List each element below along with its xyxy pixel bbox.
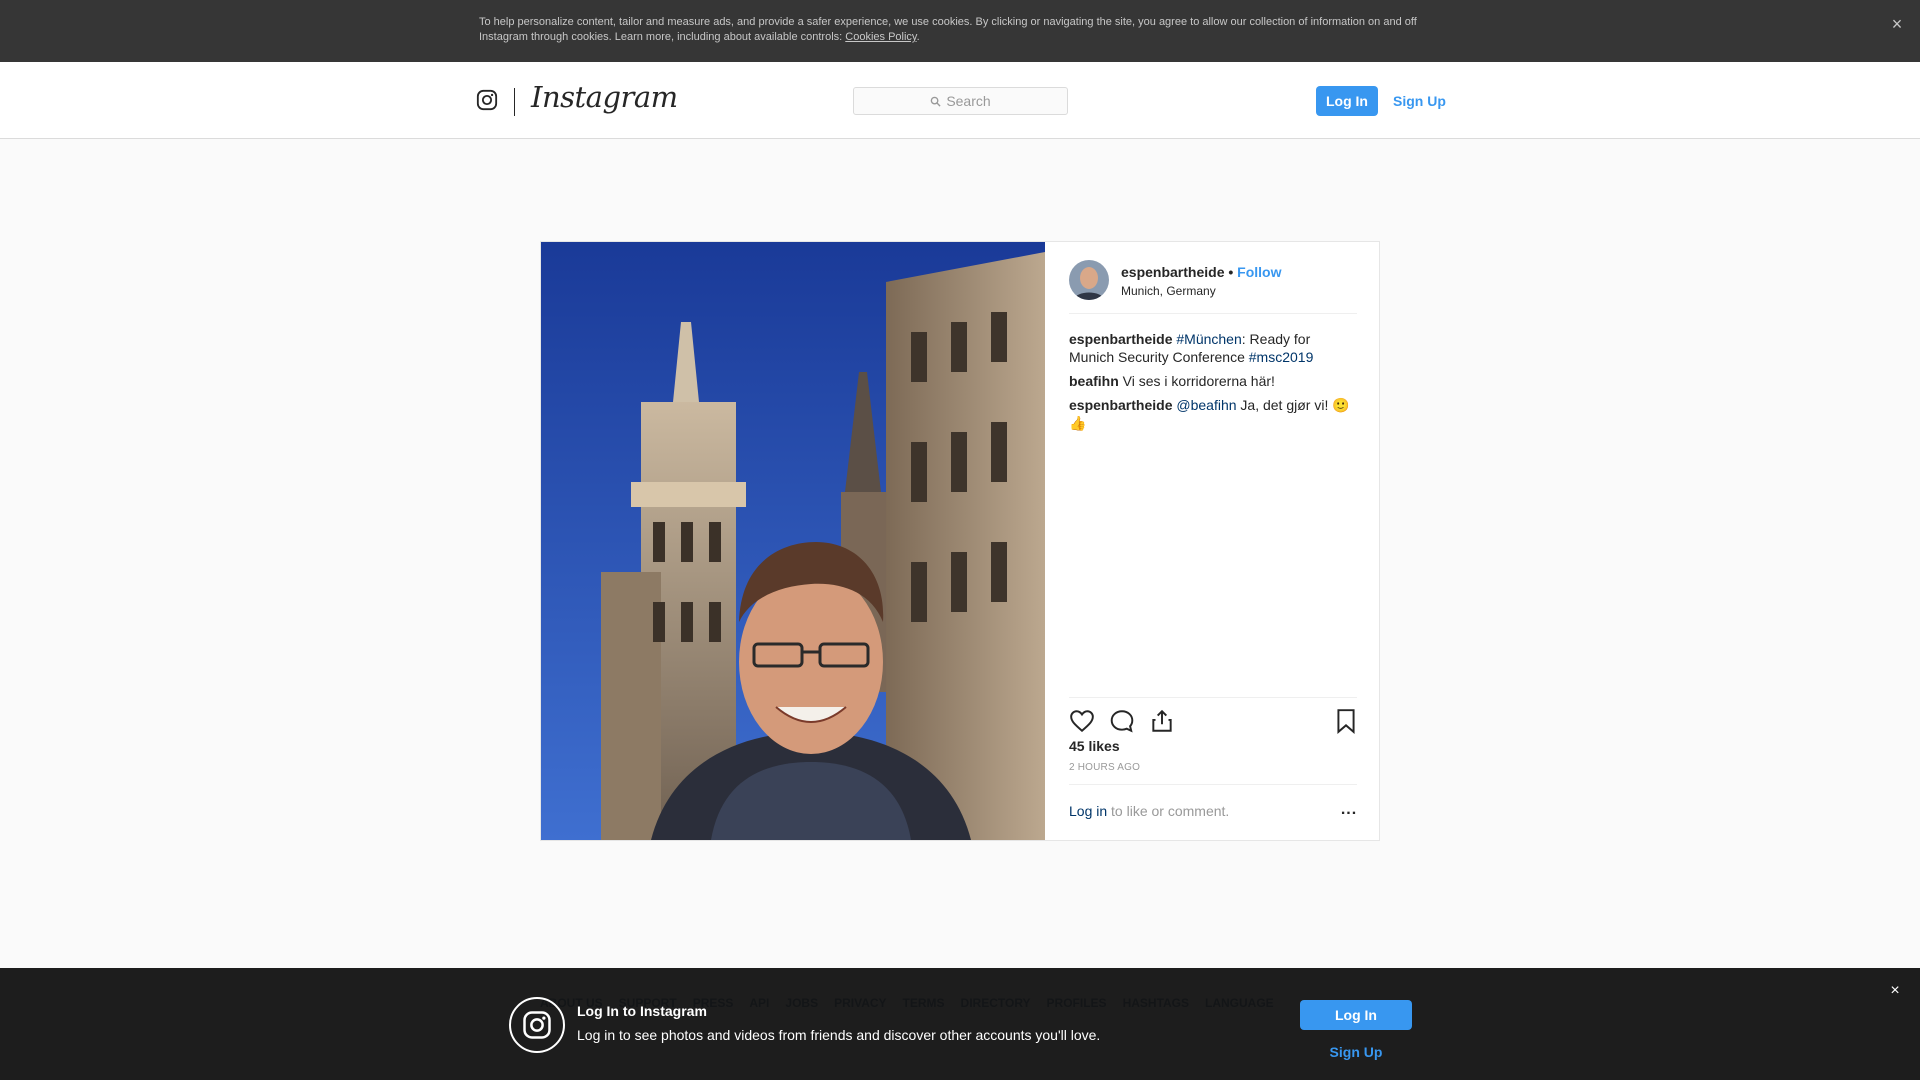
likes-count[interactable]: 45 likes: [1069, 738, 1120, 754]
login-button[interactable]: Log In: [1300, 1000, 1412, 1030]
comment-username[interactable]: espenbartheide: [1069, 331, 1172, 347]
instagram-camera-icon: [509, 997, 565, 1053]
instagram-wordmark[interactable]: Instagram: [531, 80, 678, 114]
comment: beafihn Vi ses i korridorerna här!: [1069, 372, 1359, 390]
bookmark-icon[interactable]: [1333, 708, 1359, 734]
login-suffix: to like or comment.: [1107, 803, 1230, 819]
comment: espenbartheide @beafihn Ja, det gjør vi!…: [1069, 396, 1359, 432]
heart-icon[interactable]: [1069, 708, 1095, 734]
logo-divider: [514, 88, 515, 116]
login-prompt-subtitle: Log in to see photos and videos from fri…: [577, 1027, 1101, 1043]
login-button[interactable]: Log In: [1316, 86, 1378, 116]
instagram-camera-icon[interactable]: [476, 89, 498, 111]
comment-tag-link[interactable]: @beafihn: [1176, 397, 1236, 413]
avatar[interactable]: [1069, 260, 1109, 300]
cookie-text: To help personalize content, tailor and …: [479, 15, 1439, 45]
post-timestamp[interactable]: 2 HOURS AGO: [1069, 762, 1140, 773]
login-prompt-bar: Log In to Instagram Log in to see photos…: [0, 968, 1920, 1080]
comment-icon[interactable]: [1109, 708, 1135, 734]
comments-list: espenbartheide #München: Ready for Munic…: [1069, 330, 1359, 438]
cookie-close-icon[interactable]: ×: [1888, 15, 1906, 33]
cookie-banner: To help personalize content, tailor and …: [0, 0, 1920, 62]
comment-username[interactable]: espenbartheide: [1069, 397, 1172, 413]
post-card: espenbartheide • Follow Munich, Germany …: [540, 241, 1380, 841]
post-sidebar: espenbartheide • Follow Munich, Germany …: [1045, 242, 1379, 840]
comment-text: Vi ses i korridorerna här!: [1118, 373, 1275, 389]
signup-link[interactable]: Sign Up: [1393, 86, 1446, 116]
action-bar: [1069, 697, 1357, 737]
close-icon[interactable]: ×: [1886, 982, 1904, 1000]
share-icon[interactable]: [1149, 708, 1175, 734]
author-username[interactable]: espenbartheide: [1121, 264, 1224, 280]
comment-username[interactable]: beafihn: [1069, 373, 1119, 389]
login-prompt-title: Log In to Instagram: [577, 1003, 707, 1019]
post-photo[interactable]: [541, 242, 1045, 840]
author-line: espenbartheide • Follow: [1121, 264, 1282, 280]
cookies-policy-link[interactable]: Cookies Policy: [845, 31, 916, 43]
search-icon: [931, 96, 941, 107]
login-to-comment: Log in to like or comment. ...: [1069, 784, 1357, 840]
comment: espenbartheide #München: Ready for Munic…: [1069, 330, 1359, 366]
follow-button[interactable]: Follow: [1237, 264, 1281, 280]
top-navbar: Instagram Search Log In Sign Up: [0, 62, 1920, 139]
login-to-comment-text: Log in to like or comment.: [1069, 803, 1229, 819]
search-input[interactable]: Search: [853, 87, 1068, 115]
comment-tag-link[interactable]: #msc2019: [1249, 349, 1314, 365]
post-location[interactable]: Munich, Germany: [1121, 284, 1216, 298]
separator-dot: •: [1228, 264, 1234, 280]
signup-link[interactable]: Sign Up: [1300, 1040, 1412, 1064]
post-header: espenbartheide • Follow Munich, Germany: [1069, 260, 1357, 314]
cookie-message: To help personalize content, tailor and …: [479, 16, 1417, 43]
selfie-image: [541, 242, 1045, 840]
cookie-period: .: [916, 31, 920, 43]
comment-tag-link[interactable]: #München: [1176, 331, 1241, 347]
more-options-icon[interactable]: ...: [1337, 801, 1361, 825]
login-link[interactable]: Log in: [1069, 803, 1107, 819]
search-placeholder: Search: [946, 93, 991, 109]
